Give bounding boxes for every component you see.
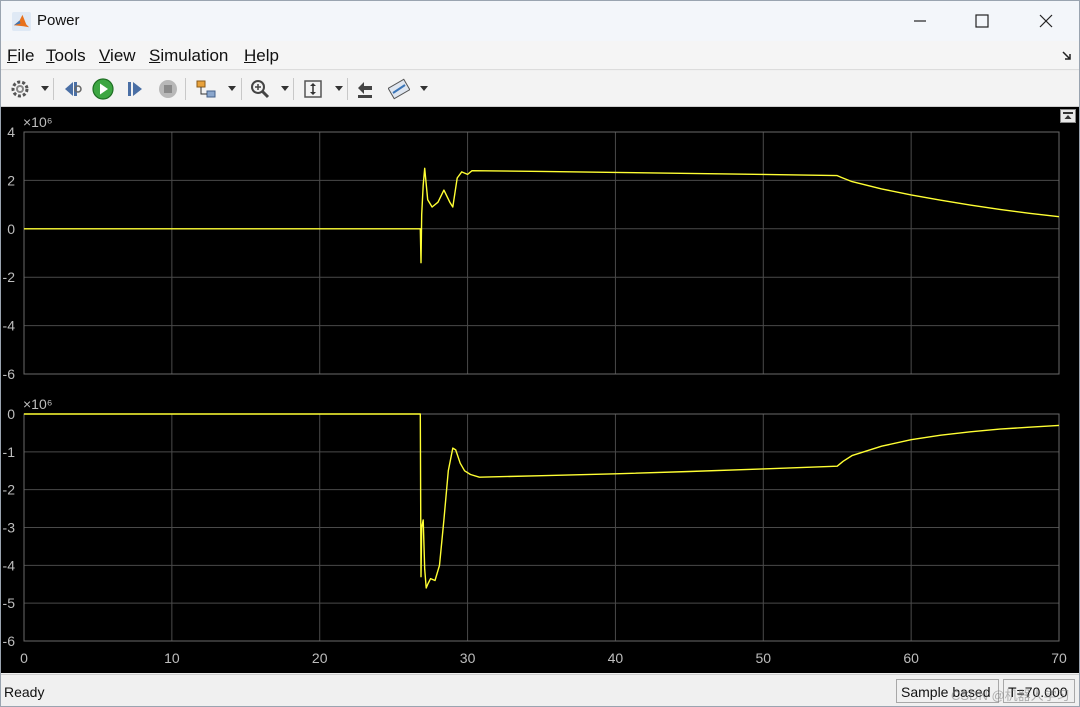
toolbar-separator (53, 78, 54, 100)
menu-tools[interactable]: Tools (46, 46, 86, 66)
scope-window: Power File Tools View Simulation Help -6… (0, 0, 1080, 707)
scope-plots: -6 -4 -2 0 2 4 ×10⁶ -6 -5 -4 -3 -2 -1 0 ×10⁶ 0 10 20 30 40 5… (3, 114, 1067, 666)
menu-bar: File Tools View Simulation Help (1, 41, 1079, 70)
zoom-dropdown-arrow[interactable] (281, 86, 289, 91)
y-tick-label: -2 (3, 482, 16, 498)
maximize-icon (975, 14, 989, 28)
menu-view[interactable]: View (99, 46, 136, 66)
fit-axes-dropdown-arrow[interactable] (335, 86, 343, 91)
style-icon (388, 78, 410, 100)
exponent-label: ×10⁶ (23, 396, 53, 412)
step-forward-button[interactable] (122, 76, 148, 102)
settings-dropdown-arrow[interactable] (41, 86, 49, 91)
y-tick-label: 0 (7, 221, 15, 237)
matlab-logo-icon (12, 12, 31, 31)
y-tick-label: 2 (7, 172, 15, 188)
minimize-button[interactable] (887, 1, 953, 41)
step-forward-icon (128, 82, 142, 96)
fit-axes-icon (304, 80, 322, 98)
x-tick-label: 70 (1051, 650, 1067, 666)
toolbar-separator (185, 78, 186, 100)
run-icon (92, 78, 114, 100)
settings-button[interactable] (7, 76, 33, 102)
x-tick-label: 30 (460, 650, 476, 666)
y-tick-label: 4 (7, 124, 15, 140)
menu-help[interactable]: Help (244, 46, 279, 66)
signal-select-dropdown-arrow[interactable] (228, 86, 236, 91)
title-bar[interactable]: Power (1, 1, 1079, 41)
y-tick-label: -2 (3, 269, 16, 285)
toolbar-separator (293, 78, 294, 100)
signal-trace (24, 413, 1060, 589)
status-text: Ready (4, 684, 45, 700)
gear-icon (11, 80, 29, 98)
exponent-label: ×10⁶ (23, 114, 53, 130)
minimize-icon (914, 20, 926, 22)
fit-axes-button[interactable] (300, 76, 326, 102)
highlight-block-button[interactable] (352, 76, 378, 102)
style-button[interactable] (386, 76, 412, 102)
zoom-icon (251, 80, 270, 99)
y-tick-label: 0 (7, 406, 15, 422)
toolbar-separator (241, 78, 242, 100)
signal-select-icon (196, 80, 216, 98)
menu-file[interactable]: File (7, 46, 34, 66)
zoom-button[interactable] (247, 76, 273, 102)
x-tick-label: 10 (164, 650, 180, 666)
close-button[interactable] (1013, 1, 1079, 41)
style-dropdown-arrow[interactable] (420, 86, 428, 91)
window-title: Power (37, 12, 80, 29)
x-tick-label: 40 (608, 650, 624, 666)
signal-trace (24, 167, 1060, 264)
menu-simulation[interactable]: Simulation (149, 46, 228, 66)
dock-arrow-icon[interactable] (1061, 50, 1073, 62)
y-tick-label: -3 (3, 520, 16, 536)
axes-box (23, 131, 1060, 375)
y-tick-label: -1 (3, 444, 16, 460)
y-tick-label: -6 (3, 366, 16, 382)
status-bar: Ready Sample based T=70.000 CSDN @机器人学习 (1, 674, 1079, 706)
toolbar (1, 71, 1079, 107)
y-tick-label: -4 (3, 318, 16, 334)
y-tick-label: -5 (3, 595, 16, 611)
step-back-button[interactable] (59, 76, 85, 102)
x-tick-label: 0 (20, 650, 28, 666)
x-tick-label: 60 (903, 650, 919, 666)
run-button[interactable] (90, 76, 116, 102)
highlight-block-icon (358, 82, 372, 98)
stop-button[interactable] (155, 76, 181, 102)
watermark: CSDN @机器人学习 (951, 688, 1070, 703)
undock-icon[interactable] (1060, 109, 1076, 123)
stop-icon (159, 80, 177, 98)
y-tick-label: -6 (3, 633, 16, 649)
step-back-icon (65, 82, 82, 96)
y-tick-label: -4 (3, 557, 16, 573)
close-icon (1039, 14, 1053, 28)
x-tick-label: 50 (755, 650, 771, 666)
x-tick-label: 20 (312, 650, 328, 666)
scope-display[interactable]: -6 -4 -2 0 2 4 ×10⁶ -6 -5 -4 -3 -2 -1 0 ×10⁶ 0 10 20 30 40 5… (1, 107, 1079, 673)
signal-select-button[interactable] (193, 76, 219, 102)
maximize-button[interactable] (949, 1, 1015, 41)
toolbar-separator (347, 78, 348, 100)
